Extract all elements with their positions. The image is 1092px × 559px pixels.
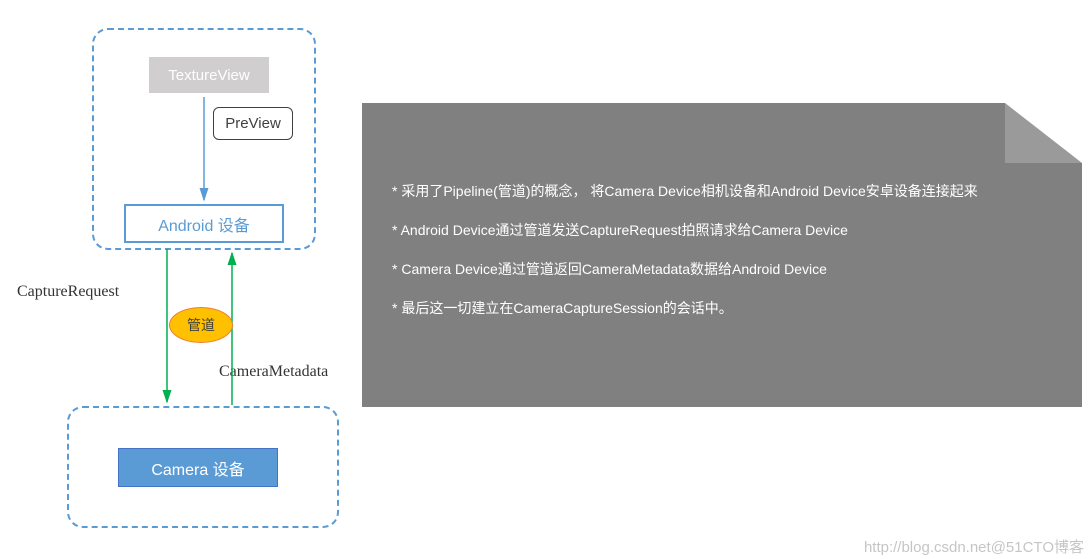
bullet-4: * 最后这一切建立在CameraCaptureSession的会话中。 <box>392 298 1050 319</box>
camera-metadata-label: CameraMetadata <box>219 363 328 381</box>
watermark-text: http://blog.csdn.net@51CTO博客 <box>864 536 1084 557</box>
bullet-2: * Android Device通过管道发送CaptureRequest拍照请求… <box>392 220 1050 241</box>
android-device-box: Android 设备 <box>124 204 284 243</box>
pipe-ellipse: 管道 <box>169 307 233 343</box>
bullet-1: * 采用了Pipeline(管道)的概念， 将Camera Device相机设备… <box>392 181 1050 202</box>
capture-request-label: CaptureRequest <box>17 283 119 301</box>
camera-device-box: Camera 设备 <box>118 448 278 487</box>
panel-fold <box>1005 103 1082 163</box>
preview-box: PreView <box>213 107 293 140</box>
textureview-box: TextureView <box>148 56 270 94</box>
bullet-3: * Camera Device通过管道返回CameraMetadata数据给An… <box>392 259 1050 280</box>
notes-panel: * 采用了Pipeline(管道)的概念， 将Camera Device相机设备… <box>362 103 1082 407</box>
